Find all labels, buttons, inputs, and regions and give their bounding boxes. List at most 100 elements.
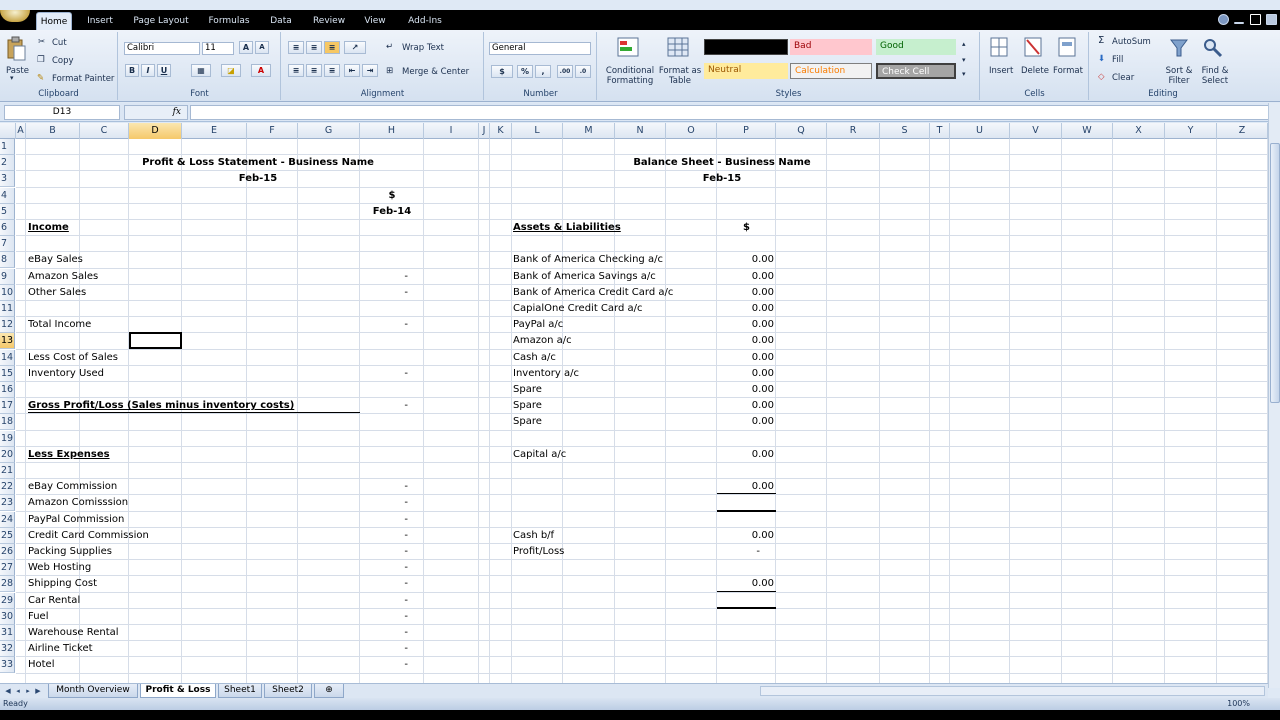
font-color-icon[interactable]: A	[251, 64, 271, 77]
format-table-button[interactable]: Format as Table	[658, 66, 702, 86]
styles-scroll-down-icon[interactable]: ▾	[962, 56, 966, 64]
row-header-31[interactable]: 31	[0, 625, 15, 641]
row-header-9[interactable]: 9	[0, 268, 15, 285]
row-header-3[interactable]: 3	[0, 171, 15, 188]
bold-button[interactable]: B	[125, 64, 139, 77]
underline-button[interactable]: U	[157, 64, 171, 77]
paste-dropdown-icon[interactable]: ▾	[10, 74, 14, 82]
column-header-e[interactable]: E	[182, 123, 247, 139]
row-header-33[interactable]: 33	[0, 657, 15, 674]
fx-icon[interactable]: fx	[124, 105, 188, 120]
help-icon[interactable]	[1218, 14, 1229, 25]
row-header-24[interactable]: 24	[0, 511, 15, 528]
tab-formulas[interactable]: Formulas	[203, 12, 255, 30]
tab-review[interactable]: Review	[308, 12, 350, 30]
column-header-p[interactable]: P	[717, 123, 776, 139]
format-cells-icon[interactable]	[1057, 36, 1079, 60]
row-header-18[interactable]: 18	[0, 414, 15, 431]
align-middle-icon[interactable]: ≡	[306, 41, 322, 54]
row-header-30[interactable]: 30	[0, 608, 15, 625]
align-right-icon[interactable]: ≡	[324, 64, 340, 77]
row-header-12[interactable]: 12	[0, 317, 15, 334]
column-header-s[interactable]: S	[880, 123, 930, 139]
first-sheet-icon[interactable]: ◀	[4, 686, 12, 696]
row-header-11[interactable]: 11	[0, 301, 15, 317]
row-header-13[interactable]: 13	[0, 333, 15, 350]
restore-icon[interactable]	[1250, 14, 1261, 25]
style-good[interactable]: Good	[876, 39, 956, 55]
conditional-formatting-button[interactable]: Conditional Formatting	[604, 66, 656, 86]
row-header-26[interactable]: 26	[0, 544, 15, 560]
row-header-17[interactable]: 17	[0, 398, 15, 415]
fill-color-icon[interactable]: ◪	[221, 64, 241, 77]
tab-insert[interactable]: Insert	[82, 12, 118, 30]
column-header-j[interactable]: J	[479, 123, 490, 139]
find-select-button[interactable]: Find & Select	[1196, 66, 1234, 86]
row-header-15[interactable]: 15	[0, 365, 15, 382]
increase-decimal-icon[interactable]: .00	[557, 65, 573, 78]
row-header-1[interactable]: 1	[0, 139, 15, 155]
number-format-select[interactable]: General	[489, 42, 591, 55]
row-header-19[interactable]: 19	[0, 430, 15, 447]
comma-button[interactable]: ,	[535, 65, 551, 78]
fill-button[interactable]: Fill	[1112, 55, 1123, 65]
row-header-21[interactable]: 21	[0, 463, 15, 479]
formula-input[interactable]	[190, 105, 1274, 120]
row-header-8[interactable]: 8	[0, 252, 15, 269]
row-header-7[interactable]: 7	[0, 236, 15, 253]
office-button[interactable]	[0, 10, 30, 22]
column-header-t[interactable]: T	[930, 123, 950, 139]
column-header-a[interactable]: A	[16, 123, 26, 139]
merge-center-button[interactable]: Merge & Center	[402, 67, 469, 77]
row-header-23[interactable]: 23	[0, 495, 15, 512]
delete-button[interactable]: Delete	[1021, 66, 1049, 76]
style-normal[interactable]	[704, 39, 788, 55]
column-header-y[interactable]: Y	[1165, 123, 1217, 139]
tab-page-layout[interactable]: Page Layout	[130, 12, 192, 30]
column-header-c[interactable]: C	[80, 123, 129, 139]
horizontal-scrollbar[interactable]	[760, 686, 1265, 696]
percent-button[interactable]: %	[517, 65, 533, 78]
row-header-20[interactable]: 20	[0, 446, 15, 463]
row-header-27[interactable]: 27	[0, 560, 15, 577]
minimize-icon[interactable]	[1234, 22, 1244, 24]
row-header-29[interactable]: 29	[0, 592, 15, 609]
column-header-w[interactable]: W	[1062, 123, 1113, 139]
worksheet-grid[interactable]: ABCDEFGHIJKLMNOPQRSTUVWXYZ 1 2 3 4 5 6 7 8 9 10 11…	[0, 123, 1268, 683]
active-cell-d13[interactable]	[129, 332, 182, 350]
column-header-z[interactable]: Z	[1217, 123, 1268, 139]
row-header-5[interactable]: 5	[0, 203, 15, 220]
format-button[interactable]: Format	[1053, 66, 1083, 76]
sheet-tab-sheet1[interactable]: Sheet1	[218, 684, 262, 698]
column-header-x[interactable]: X	[1113, 123, 1165, 139]
insert-button[interactable]: Insert	[989, 66, 1013, 76]
style-calculation[interactable]: Calculation	[790, 63, 872, 79]
style-bad[interactable]: Bad	[790, 39, 872, 55]
column-header-d[interactable]: D	[129, 123, 182, 139]
row-header-32[interactable]: 32	[0, 641, 15, 658]
column-header-i[interactable]: I	[424, 123, 479, 139]
orientation-icon[interactable]: ↗	[344, 41, 366, 54]
borders-icon[interactable]: ▦	[191, 64, 211, 77]
name-box[interactable]: D13	[4, 105, 120, 120]
column-header-v[interactable]: V	[1010, 123, 1062, 139]
column-header-b[interactable]: B	[26, 123, 80, 139]
align-left-icon[interactable]: ≡	[288, 64, 304, 77]
row-header-6[interactable]: 6	[0, 220, 15, 236]
row-header-25[interactable]: 25	[0, 527, 15, 544]
align-center-icon[interactable]: ≡	[306, 64, 322, 77]
vertical-scrollbar[interactable]	[1268, 103, 1280, 688]
zoom-level[interactable]: 100%	[1227, 698, 1250, 710]
paste-icon[interactable]	[6, 36, 26, 62]
grow-font-icon[interactable]: A	[239, 41, 253, 54]
row-header-22[interactable]: 22	[0, 479, 15, 496]
format-painter-button[interactable]: Format Painter	[52, 74, 114, 84]
decrease-indent-icon[interactable]: ⇤	[344, 64, 360, 77]
column-header-o[interactable]: O	[666, 123, 717, 139]
wrap-text-button[interactable]: Wrap Text	[402, 43, 444, 53]
insert-sheet-icon[interactable]: ⊕	[314, 684, 344, 698]
column-header-g[interactable]: G	[298, 123, 360, 139]
column-header-u[interactable]: U	[950, 123, 1010, 139]
row-header-10[interactable]: 10	[0, 284, 15, 301]
font-name-select[interactable]: Calibri	[124, 42, 200, 55]
